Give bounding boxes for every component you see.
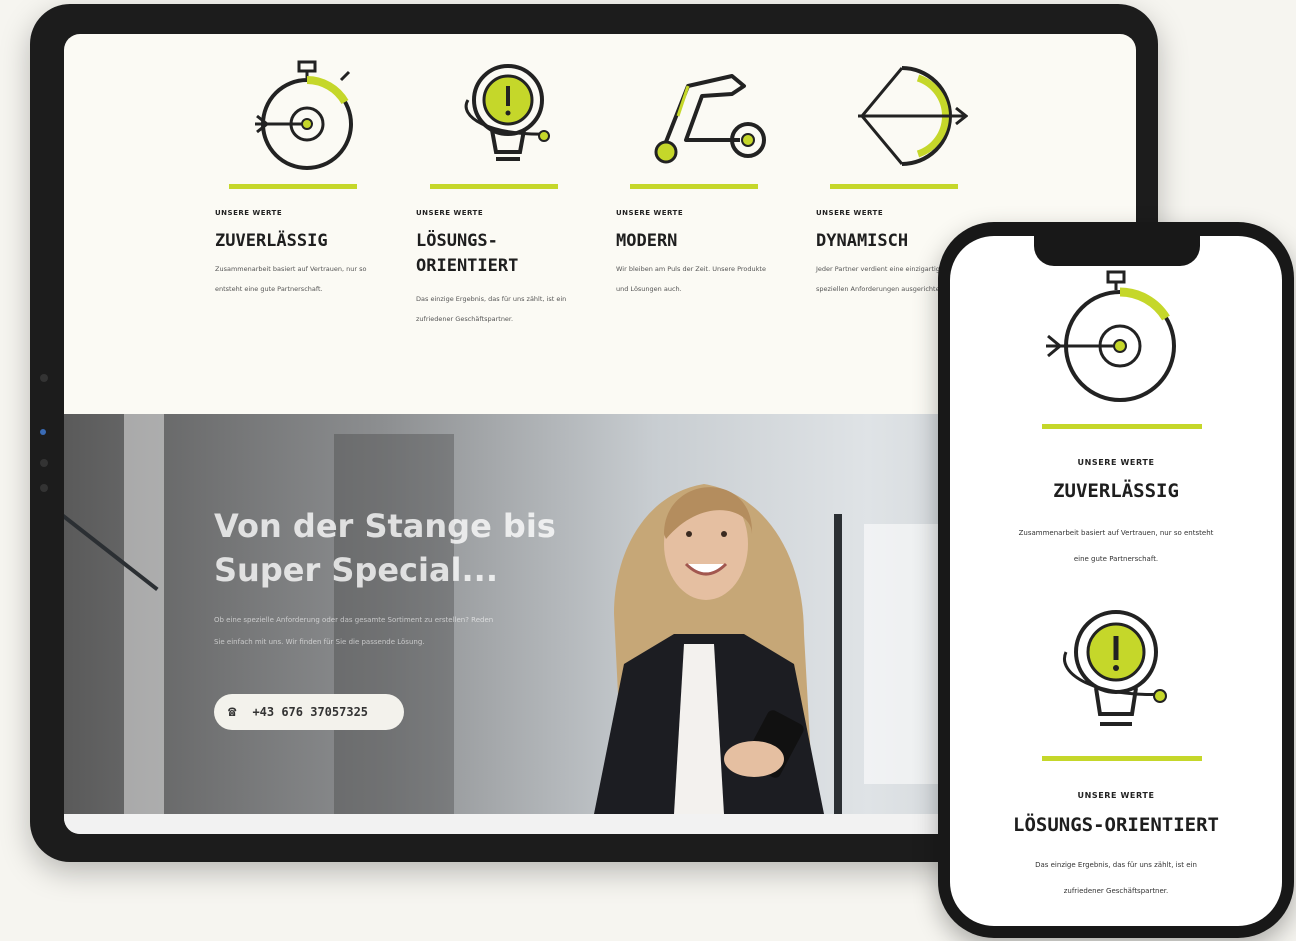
mockup-stage: UNSERE WERTE ZUVERLÄSSIG Zusammenarbeit … [0,0,1296,941]
tablet-side-button [40,484,48,492]
tablet-side-button [40,459,48,467]
value-title: ZUVERLÄSSIG [215,231,328,251]
value-kicker: UNSERE WERTE [416,209,484,217]
accent-divider [430,184,558,189]
value-title: MODERN [616,231,678,251]
mobile-value-title: ZUVERLÄSSIG [1053,480,1179,502]
mobile-value-kicker: UNSERE WERTE [1077,458,1155,467]
mobile-value-text-line: Das einzige Ergebnis, das für uns zählt,… [1035,861,1197,869]
value-kicker: UNSERE WERTE [816,209,884,217]
hero-headline-line1: Von der Stange bis [214,507,556,545]
mobile-value-text-line: Zusammenarbeit basiert auf Vertrauen, nu… [1018,529,1214,537]
phone-screen: UNSERE WERTE ZUVERLÄSSIG Zusammenarbeit … [950,236,1282,926]
accent-divider [1042,756,1202,761]
value-kicker: UNSERE WERTE [215,209,283,217]
lightbulb-exclamation-icon [464,64,550,161]
hero-headline-line2: Super Special... [214,551,498,589]
call-button[interactable]: ☎ +43 676 37057325 [214,694,404,730]
hero-headline: Von der Stange bis Super Special... [214,504,634,592]
value-text: Das einzige Ergebnis, das für uns zählt,… [416,295,567,323]
mobile-value-title: LÖSUNGS-ORIENTIERT [1013,814,1219,836]
value-text: Zusammenarbeit basiert auf Vertrauen, nu… [215,265,367,293]
bow-arrow-icon [858,66,968,166]
stopwatch-target-icon [255,60,353,170]
value-title: LÖSUNGS-ORIENTIERT [416,231,519,276]
accent-divider [1042,424,1202,429]
tablet-side-button [40,374,48,382]
tablet-camera [40,429,46,435]
smartphone-device: UNSERE WERTE ZUVERLÄSSIG Zusammenarbeit … [938,222,1294,938]
mobile-value-text: Das einzige Ergebnis, das für uns zählt,… [966,852,1266,904]
accent-divider [830,184,958,189]
phone-icon: ☎ [228,704,237,720]
value-kicker: UNSERE WERTE [616,209,684,217]
flexed-arm-icon [654,74,766,164]
value-text: Wir bleiben am Puls der Zeit. Unsere Pro… [616,265,766,293]
businesswoman-photo [594,484,824,814]
stopwatch-target-icon [1046,270,1176,402]
hero-description: Ob eine spezielle Anforderung oder das g… [214,616,494,646]
mobile-value-text-line: zufriedener Geschäftspartner. [1063,887,1169,895]
lightbulb-exclamation-icon [1063,610,1167,726]
phone-number: +43 676 37057325 [252,705,369,719]
phone-notch [1034,236,1200,266]
background-window [124,414,164,814]
mobile-value-text: Zusammenarbeit basiert auf Vertrauen, nu… [966,520,1266,572]
mobile-value-text-line: eine gute Partnerschaft. [1073,555,1159,563]
accent-divider [630,184,758,189]
mobile-value-kicker: UNSERE WERTE [1077,791,1155,800]
accent-divider [229,184,357,189]
